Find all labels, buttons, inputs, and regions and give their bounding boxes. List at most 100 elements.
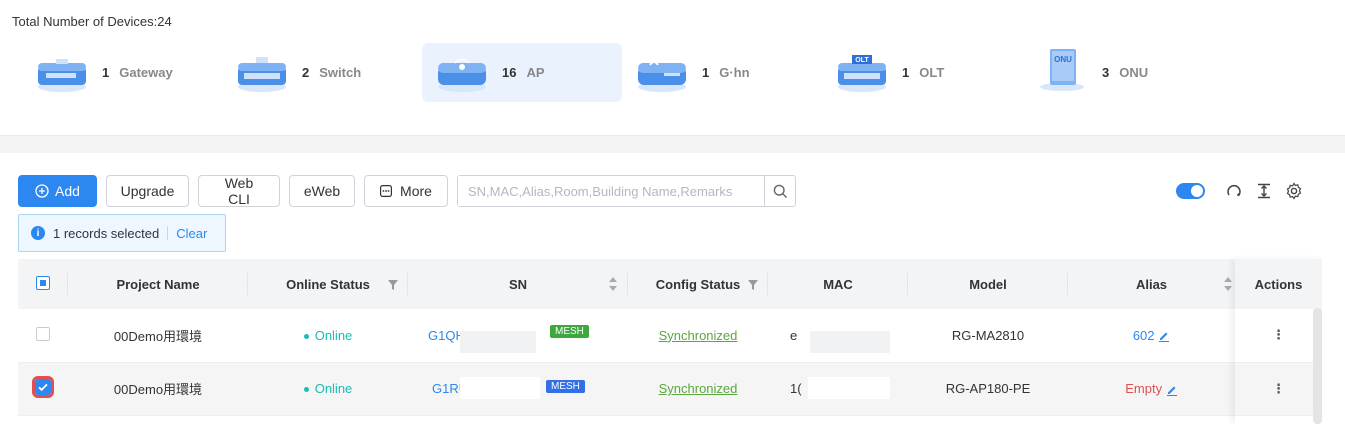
- device-type-switch[interactable]: 2 Switch: [222, 43, 422, 102]
- alias-value[interactable]: 602: [1133, 328, 1155, 343]
- header-select-all[interactable]: [18, 259, 68, 309]
- clear-selection-link[interactable]: Clear: [176, 226, 207, 241]
- olt-label: OLT: [919, 65, 945, 80]
- header-mac: MAC: [768, 259, 908, 309]
- sn-cell: G1RU MESH: [408, 362, 628, 415]
- view-toggle-switch[interactable]: [1176, 183, 1205, 199]
- plus-circle-icon: [35, 184, 49, 198]
- header-online-status: Online Status: [248, 259, 408, 309]
- more-button-label: More: [400, 183, 432, 199]
- ap-count: 16: [502, 65, 517, 80]
- upgrade-button[interactable]: Upgrade: [106, 175, 189, 207]
- search-input[interactable]: [458, 176, 764, 206]
- more-icon: [380, 185, 393, 197]
- total-devices-label: Total Number of Devices:24: [12, 14, 172, 29]
- onu-count: 3: [1102, 65, 1110, 80]
- mesh-badge: MESH: [546, 379, 585, 393]
- olt-icon-text: OLT: [855, 57, 869, 64]
- eweb-button[interactable]: eWeb: [289, 175, 355, 207]
- switch-icon: [236, 53, 288, 93]
- section-divider: [0, 135, 1345, 153]
- filter-icon[interactable]: [388, 278, 398, 293]
- edit-pencil-icon[interactable]: [1158, 330, 1170, 343]
- selection-alert: i 1 records selected Clear: [18, 214, 226, 252]
- gateway-label: Gateway: [119, 65, 173, 80]
- ap-icon: [436, 53, 488, 93]
- switch-label: Switch: [319, 65, 362, 80]
- search-button[interactable]: [764, 176, 795, 206]
- onu-icon: ONU: [1036, 48, 1088, 93]
- redacted-area: [808, 376, 890, 399]
- ap-label: AP: [526, 65, 545, 80]
- row-checkbox[interactable]: [36, 326, 50, 341]
- actions-column-shadow: [1235, 259, 1322, 424]
- search-box: [457, 175, 796, 207]
- table-tools: [1176, 180, 1305, 202]
- add-button-label: Add: [55, 183, 80, 199]
- settings-gear-icon[interactable]: [1283, 180, 1305, 202]
- ghn-label: G·hn: [719, 65, 750, 80]
- device-type-ap[interactable]: 16 AP: [422, 43, 622, 102]
- more-button[interactable]: More: [364, 175, 448, 207]
- header-config-status: Config Status: [628, 259, 768, 309]
- info-icon: i: [31, 226, 45, 240]
- search-icon: [773, 184, 788, 199]
- status-dot: [303, 387, 309, 393]
- synchronized-link[interactable]: Synchronized: [659, 381, 738, 396]
- sort-icon[interactable]: [608, 276, 618, 295]
- refresh-icon[interactable]: [1223, 180, 1245, 202]
- redacted-area: [460, 331, 536, 353]
- select-all-checkbox[interactable]: [36, 275, 50, 290]
- vertical-scrollbar[interactable]: [1313, 308, 1322, 424]
- onu-icon-text: ONU: [1054, 55, 1072, 64]
- olt-count: 1: [902, 65, 910, 80]
- row-checkbox[interactable]: [32, 376, 54, 398]
- selection-divider: [167, 226, 169, 240]
- column-height-icon[interactable]: [1253, 180, 1275, 202]
- header-alias: Alias: [1068, 259, 1235, 309]
- config-status-cell: Synchronized: [628, 309, 768, 362]
- online-status-cell: Online: [248, 309, 408, 362]
- edit-pencil-icon[interactable]: [1166, 384, 1178, 396]
- selection-count-text: 1 records selected: [53, 225, 160, 241]
- device-type-gateway[interactable]: 1 Gateway: [22, 43, 222, 102]
- redacted-area: [810, 331, 890, 353]
- olt-icon: OLT: [836, 53, 888, 93]
- alias-cell: Empty: [1068, 362, 1235, 415]
- add-button[interactable]: Add: [18, 175, 97, 207]
- table-row[interactable]: 00Demo用環境 Online G1QH MESH Synchronized …: [18, 309, 1322, 362]
- project-name-cell: 00Demo用環境: [113, 328, 203, 344]
- device-type-olt[interactable]: OLT 1 OLT: [822, 43, 1022, 102]
- project-name-cell: 00Demo用環境: [113, 382, 203, 397]
- mesh-badge: MESH: [550, 325, 589, 338]
- sn-cell: G1QH MESH: [408, 309, 628, 362]
- device-type-ghn[interactable]: 1 G·hn: [622, 43, 822, 102]
- header-project-name: Project Name: [68, 259, 248, 309]
- device-table: Project Name Online Status SN Config Sta…: [18, 259, 1322, 416]
- sort-icon[interactable]: [1223, 276, 1233, 295]
- online-status-cell: Online: [248, 362, 408, 415]
- table-header-row: Project Name Online Status SN Config Sta…: [18, 259, 1322, 309]
- alias-value[interactable]: Empty: [1125, 381, 1162, 396]
- header-model: Model: [908, 259, 1068, 309]
- filter-icon[interactable]: [748, 278, 758, 293]
- onu-label: ONU: [1119, 65, 1149, 80]
- alias-cell: 602: [1068, 309, 1235, 362]
- web-cli-button[interactable]: Web CLI: [198, 175, 280, 207]
- gateway-count: 1: [102, 65, 110, 80]
- model-cell: RG-MA2810: [951, 327, 1025, 343]
- mac-cell: e: [768, 309, 908, 362]
- model-cell: RG-AP180-PE: [945, 381, 1031, 396]
- redacted-area: [460, 376, 540, 399]
- synchronized-link[interactable]: Synchronized: [659, 328, 738, 343]
- device-summary-panel: Total Number of Devices:24 1 Gateway 2 S…: [0, 0, 1345, 135]
- gateway-icon: [36, 53, 88, 93]
- ghn-icon: [636, 53, 688, 93]
- header-sn: SN: [408, 259, 628, 309]
- mac-cell: 1(: [768, 362, 908, 415]
- device-type-onu[interactable]: ONU 3 ONU: [1022, 43, 1222, 102]
- table-row[interactable]: 00Demo用環境 Online G1RU MESH Synchronized …: [18, 362, 1322, 415]
- switch-count: 2: [302, 65, 310, 80]
- toolbar: Add Upgrade Web CLI eWeb More: [18, 175, 457, 207]
- ghn-count: 1: [702, 65, 710, 80]
